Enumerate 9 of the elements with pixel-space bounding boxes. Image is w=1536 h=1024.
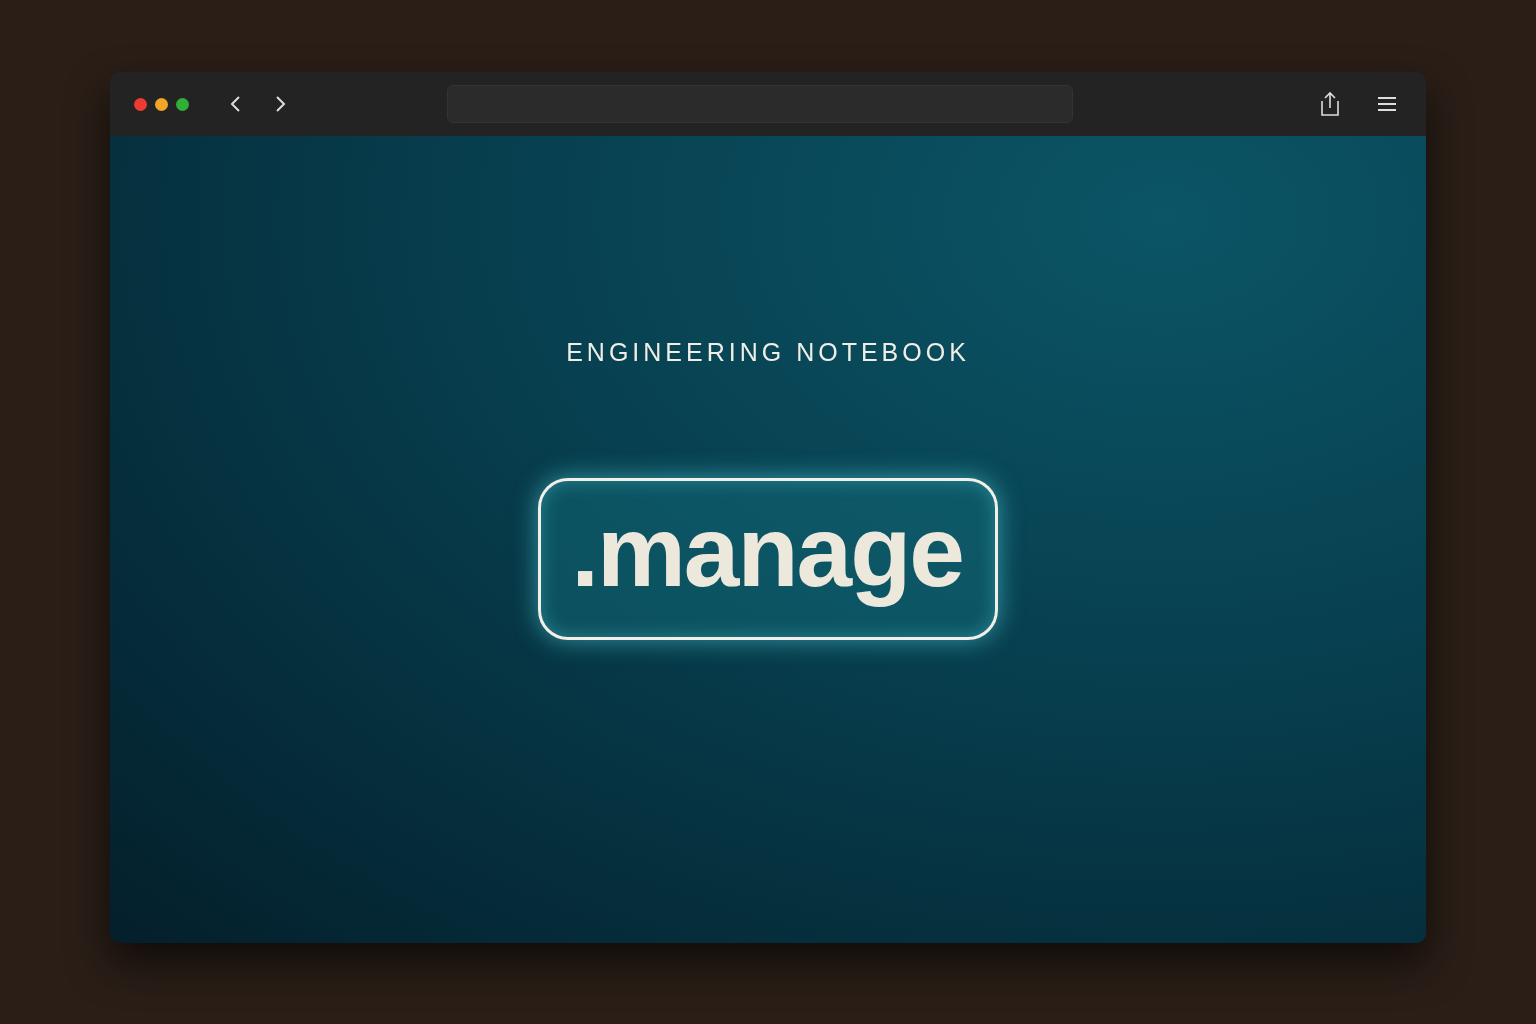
minimize-window-button[interactable]: [155, 97, 168, 111]
maximize-window-button[interactable]: [176, 97, 189, 111]
menu-icon[interactable]: [1378, 97, 1396, 111]
back-icon[interactable]: [229, 95, 243, 113]
title-badge: .manage: [538, 477, 998, 640]
close-window-button[interactable]: [134, 97, 147, 111]
share-icon[interactable]: [1320, 91, 1340, 117]
forward-icon[interactable]: [273, 95, 287, 113]
page-heading: ENGINEERING NOTEBOOK: [566, 337, 970, 368]
